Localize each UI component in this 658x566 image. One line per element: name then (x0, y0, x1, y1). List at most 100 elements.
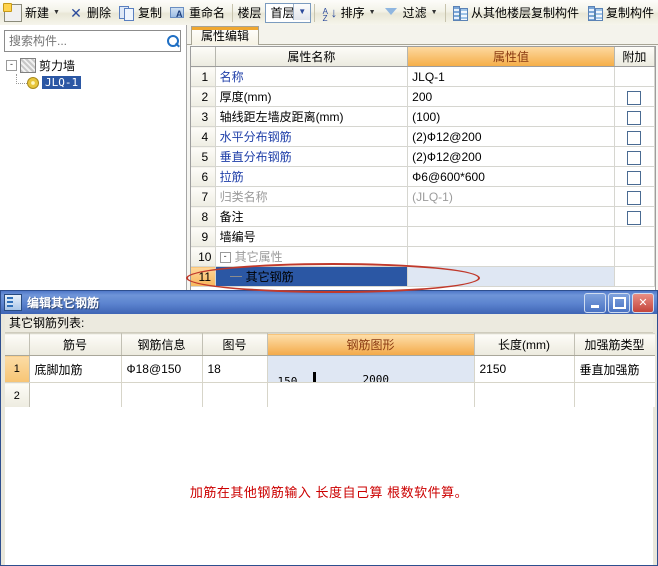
chevron-down-icon[interactable]: ▼ (293, 3, 311, 20)
col-rownum[interactable] (191, 47, 216, 67)
copy-component-button[interactable]: 复制构件 (584, 2, 657, 23)
table-row[interactable]: 5 垂直分布钢筋 (2)Ф12@200 (191, 146, 655, 167)
property-value[interactable]: Ф6@600*600 (412, 170, 485, 184)
tree-node-shearwall[interactable]: - 剪力墙 (6, 57, 81, 84)
length-cell[interactable]: 2150 (474, 355, 575, 383)
expander-icon[interactable]: - (6, 60, 17, 71)
diagram-no-cell[interactable]: 18 (202, 355, 268, 383)
attach-checkbox[interactable] (627, 211, 642, 225)
attach-checkbox[interactable] (627, 131, 642, 145)
property-value[interactable]: (2)Ф12@200 (412, 150, 481, 164)
table-row[interactable]: 1 名称 JLQ-1 (191, 66, 655, 87)
row-number: 11 (191, 266, 216, 287)
main-toolbar: 新建 ▼ ✕ 删除 复制 重命名 楼层 首层 ▼ ↓ 排序 ▼ (0, 0, 658, 26)
property-name: 备注 (219, 210, 244, 224)
col-bar-name[interactable]: 筋号 (29, 333, 122, 356)
maximize-button[interactable] (608, 292, 630, 313)
col-bar-info[interactable]: 钢筋信息 (121, 333, 203, 356)
close-button[interactable]: ✕ (632, 292, 654, 313)
property-name: 水平分布钢筋 (219, 130, 292, 144)
tree-node-label: JLQ-1 (42, 76, 82, 89)
table-row[interactable]: 11 其它钢筋 (191, 266, 655, 287)
col-property-value[interactable]: 属性值 (407, 47, 615, 67)
reinforce-type-cell[interactable] (574, 382, 655, 407)
copy-from-other-floor-button[interactable]: 从其他楼层复制构件 (449, 2, 582, 23)
floor-select[interactable]: 首层 ▼ (265, 2, 312, 23)
rebar-shape-cell[interactable] (267, 382, 475, 407)
filter-button[interactable]: 过滤 ▼ (381, 2, 441, 23)
property-value[interactable]: (2)Ф12@200 (412, 130, 481, 144)
property-name: 厚度(mm) (219, 90, 272, 104)
chevron-down-icon: ▼ (368, 9, 376, 16)
search-input[interactable] (5, 33, 166, 49)
minimize-button[interactable] (584, 292, 606, 313)
attach-checkbox[interactable] (627, 91, 642, 105)
row-number: 10 (191, 246, 216, 267)
search-button[interactable] (166, 32, 180, 50)
property-grid[interactable]: 属性名称 属性值 附加 1 名称 JLQ-1 2 厚度(mm) 200 3 轴线… (190, 46, 656, 296)
property-tab-strip: 属性编辑 (187, 25, 658, 45)
col-reinforce-type[interactable]: 加强筋类型 (574, 333, 655, 356)
minimize-icon (591, 304, 599, 308)
col-diagram-no[interactable]: 图号 (202, 333, 268, 356)
property-value[interactable]: JLQ-1 (412, 70, 445, 84)
copy-icon (118, 5, 135, 21)
table-row[interactable]: 10 - 其它属性 (191, 246, 655, 267)
property-value[interactable]: 200 (412, 90, 432, 104)
dialog-title-bar[interactable]: 编辑其它钢筋 ✕ (1, 291, 657, 314)
delete-button[interactable]: ✕ 删除 (65, 2, 114, 23)
tree-connector (229, 275, 242, 277)
table-row[interactable]: 4 水平分布钢筋 (2)Ф12@200 (191, 126, 655, 147)
attach-checkbox[interactable] (627, 171, 642, 185)
reinforce-type-cell[interactable]: 垂直加强筋 (574, 355, 655, 383)
attach-checkbox[interactable] (627, 191, 642, 205)
bar-name-cell[interactable] (29, 382, 122, 407)
col-rownum[interactable] (5, 333, 30, 356)
col-attach[interactable]: 附加 (614, 47, 655, 67)
copy-button[interactable]: 复制 (116, 2, 165, 23)
wall-icon (20, 58, 36, 73)
rebar-shape-cell[interactable]: 150 2000 (266, 355, 475, 383)
table-row[interactable]: 2 (5, 382, 655, 407)
building-copy-icon (452, 5, 468, 21)
bar-name-cell[interactable]: 底脚加筋 (29, 355, 122, 383)
bar-info-cell[interactable] (121, 382, 203, 407)
table-row[interactable]: 1 底脚加筋 Ф18@150 18 150 2000 2150 垂直加强筋 (5, 355, 655, 383)
attach-cell (614, 186, 655, 207)
row-number: 6 (191, 166, 216, 187)
attach-cell (614, 86, 655, 107)
col-rebar-shape[interactable]: 钢筋图形 (267, 333, 475, 356)
expander-icon[interactable]: - (219, 252, 231, 264)
table-row[interactable]: 3 轴线距左墙皮距离(mm) (100) (191, 106, 655, 127)
col-property-name[interactable]: 属性名称 (215, 47, 409, 67)
attach-cell (614, 106, 655, 127)
tab-property-edit[interactable]: 属性编辑 (191, 26, 260, 45)
table-row[interactable]: 7 归类名称 (JLQ-1) (191, 186, 655, 207)
attach-checkbox[interactable] (627, 111, 642, 125)
component-tree-panel: - 剪力墙 JLQ-1 (0, 25, 187, 296)
table-row[interactable]: 2 厚度(mm) 200 (191, 86, 655, 107)
property-value[interactable]: (JLQ-1) (412, 190, 453, 204)
bar-info-cell[interactable]: Ф18@150 (121, 355, 203, 383)
property-value[interactable]: (100) (412, 110, 440, 124)
new-button[interactable]: 新建 ▼ (1, 2, 63, 23)
row-number: 4 (191, 126, 216, 147)
length-cell[interactable] (474, 382, 575, 407)
table-row[interactable]: 6 拉筋 Ф6@600*600 (191, 166, 655, 187)
search-box[interactable] (4, 30, 181, 52)
rebar-grid[interactable]: 筋号 钢筋信息 图号 钢筋图形 长度(mm) 加强筋类型 1 底脚加筋 Ф18@ (5, 333, 655, 407)
filter-icon (384, 5, 400, 21)
floor-select-value: 首层 (270, 6, 295, 20)
col-length[interactable]: 长度(mm) (474, 333, 575, 356)
attach-checkbox[interactable] (627, 151, 642, 165)
rebar-table: 筋号 钢筋信息 图号 钢筋图形 长度(mm) 加强筋类型 1 底脚加筋 Ф18@ (5, 333, 655, 407)
attach-cell (614, 246, 655, 267)
table-row[interactable]: 9 墙编号 (191, 226, 655, 247)
chevron-down-icon: ▼ (430, 9, 438, 16)
rename-button[interactable]: 重命名 (167, 2, 228, 23)
sort-button[interactable]: ↓ 排序 ▼ (319, 2, 379, 26)
diagram-no-cell[interactable] (202, 382, 268, 407)
property-name: 其它属性 (234, 250, 283, 264)
table-row[interactable]: 8 备注 (191, 206, 655, 227)
dialog-title: 编辑其它钢筋 (27, 296, 100, 310)
